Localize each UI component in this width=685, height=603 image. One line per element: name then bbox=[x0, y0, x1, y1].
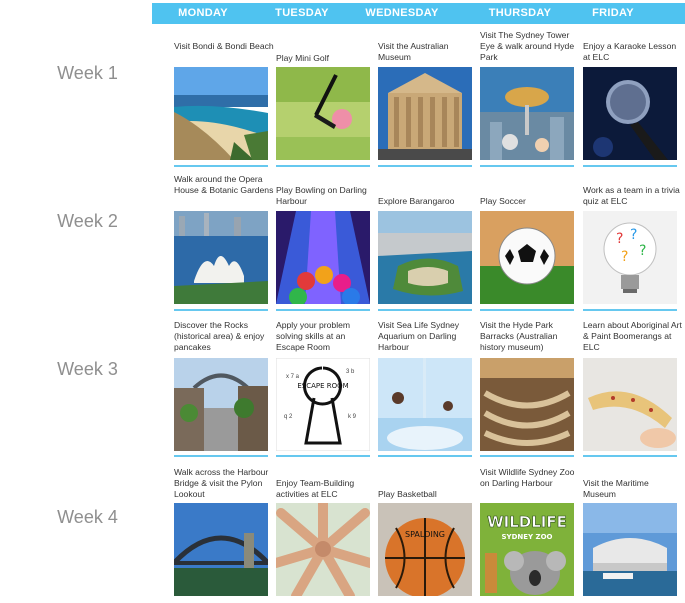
activity-caption: Walk across the Harbour Bridge & visit t… bbox=[174, 467, 269, 499]
aquarium-photo bbox=[378, 358, 472, 451]
row-divider bbox=[583, 309, 677, 311]
activity-caption: Visit The Sydney Tower Eye & walk around… bbox=[480, 30, 575, 62]
svg-text:?: ? bbox=[621, 249, 628, 265]
basketball-photo: SPALDING bbox=[378, 503, 472, 596]
row-divider bbox=[583, 165, 677, 167]
barracks-hammocks-photo bbox=[480, 358, 574, 451]
wildlife-title-text: WILDLIFE bbox=[487, 513, 567, 531]
escape-room-text: ESCAPE ROOM bbox=[297, 382, 348, 390]
svg-text:?: ? bbox=[616, 231, 623, 247]
microphone-photo bbox=[583, 67, 677, 160]
row-divider bbox=[583, 455, 677, 457]
escape-room-keyhole-photo: ESCAPE ROOM x 7 a 3 b q 2 k 9 bbox=[276, 358, 370, 451]
activity-caption: Play Basketball bbox=[378, 489, 437, 499]
activity-caption: Play Bowling on Darling Harbour bbox=[276, 185, 367, 206]
row-divider bbox=[480, 455, 574, 457]
week-2-label: Week 2 bbox=[57, 211, 118, 231]
activity-caption: Visit the Maritime Museum bbox=[583, 478, 649, 499]
svg-text:q 2: q 2 bbox=[284, 414, 293, 420]
activity-caption: Explore Barangaroo bbox=[378, 196, 455, 206]
row-divider bbox=[378, 455, 472, 457]
activity-caption: Apply your problem solving skills at an … bbox=[276, 320, 351, 352]
day-wednesday: WEDNESDAY bbox=[365, 7, 439, 19]
row-divider bbox=[378, 309, 472, 311]
week-1-label: Week 1 bbox=[57, 63, 118, 83]
activity-caption: Walk around the Opera House & Botanic Ga… bbox=[174, 174, 274, 195]
week-3-label: Week 3 bbox=[57, 359, 118, 379]
row-divider bbox=[276, 455, 370, 457]
harbour-bridge-photo bbox=[174, 503, 268, 596]
beach-photo bbox=[174, 67, 268, 160]
row-divider bbox=[480, 309, 574, 311]
day-tuesday: TUESDAY bbox=[275, 7, 329, 19]
weekday-header-bar: MONDAY TUESDAY WEDNESDAY THURSDAY FRIDAY bbox=[152, 3, 685, 24]
activity-caption: Play Mini Golf bbox=[276, 53, 330, 63]
soccer-ball-photo bbox=[480, 211, 574, 304]
activity-caption: Play Soccer bbox=[480, 196, 526, 206]
svg-text:k 9: k 9 bbox=[348, 414, 357, 420]
row-divider bbox=[276, 309, 370, 311]
row-divider bbox=[174, 309, 268, 311]
day-thursday: THURSDAY bbox=[488, 7, 552, 19]
day-monday: MONDAY bbox=[178, 7, 228, 19]
week-4-label: Week 4 bbox=[57, 507, 118, 527]
the-rocks-photo bbox=[174, 358, 268, 451]
activity-caption: Visit Sea Life Sydney Aquarium on Darlin… bbox=[378, 320, 460, 352]
wildlife-subtitle-text: SYDNEY ZOO bbox=[501, 533, 552, 541]
bowling-photo bbox=[276, 211, 370, 304]
day-friday: FRIDAY bbox=[592, 7, 634, 19]
row-divider bbox=[378, 165, 472, 167]
activity-caption: Enjoy Team-Building activities at ELC bbox=[276, 478, 355, 499]
svg-text:?: ? bbox=[630, 227, 637, 243]
activity-caption: Enjoy a Karaoke Lesson at ELC bbox=[583, 41, 677, 62]
row-divider bbox=[480, 165, 574, 167]
svg-text:3 b: 3 b bbox=[346, 369, 355, 375]
museum-photo bbox=[378, 67, 472, 160]
row-divider bbox=[174, 455, 268, 457]
opera-house-photo bbox=[174, 211, 268, 304]
svg-text:x 7 a: x 7 a bbox=[286, 374, 300, 380]
activity-caption: Work as a team in a trivia quiz at ELC bbox=[583, 185, 680, 206]
sydney-tower-photo bbox=[480, 67, 574, 160]
team-hands-photo bbox=[276, 503, 370, 596]
svg-text:?: ? bbox=[639, 243, 646, 259]
boomerang-painting-photo bbox=[583, 358, 677, 451]
activity-caption: Visit Bondi & Bondi Beach bbox=[174, 41, 274, 51]
activity-caption: Visit Wildlife Sydney Zoo on Darling Har… bbox=[480, 467, 575, 488]
activity-caption: Visit the Hyde Park Barracks (Australian… bbox=[480, 320, 558, 352]
activity-caption: Learn about Aboriginal Art & Paint Boome… bbox=[583, 320, 682, 352]
wildlife-zoo-photo: WILDLIFE SYDNEY ZOO bbox=[480, 503, 574, 596]
row-divider bbox=[174, 165, 268, 167]
question-lightbulb-photo: ? ? ? ? bbox=[583, 211, 677, 304]
mini-golf-photo bbox=[276, 67, 370, 160]
barangaroo-photo bbox=[378, 211, 472, 304]
basketball-brand-text: SPALDING bbox=[405, 530, 445, 539]
activity-caption: Visit the Australian Museum bbox=[378, 41, 449, 62]
activity-caption: Discover the Rocks (historical area) & e… bbox=[174, 320, 265, 352]
maritime-museum-photo bbox=[583, 503, 677, 596]
row-divider bbox=[276, 165, 370, 167]
